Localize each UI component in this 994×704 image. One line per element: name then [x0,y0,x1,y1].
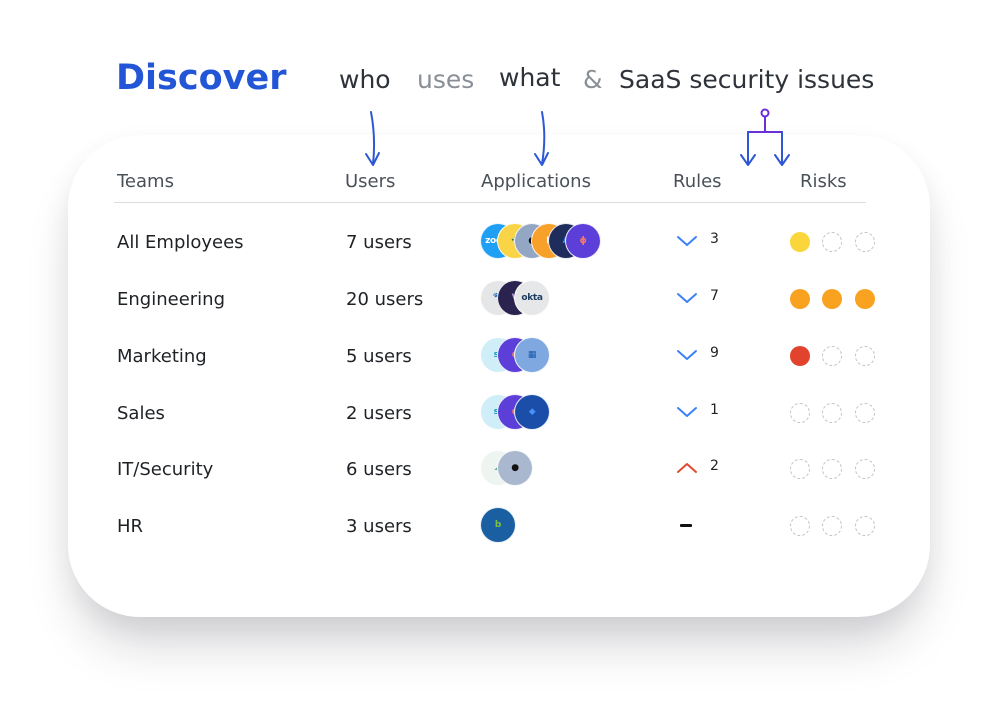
chevron-down-icon[interactable] [676,234,698,248]
risk-dot-empty [790,516,810,536]
chevron-down-icon[interactable] [676,348,698,362]
rule-count: 2 [710,458,719,474]
risk-indicators [790,289,880,311]
team-name: Engineering [117,289,225,310]
table-row[interactable]: Sales2 userssfɸ◆1 [0,393,994,433]
rules-cell[interactable]: 1 [676,399,736,427]
team-name: Marketing [117,346,207,367]
risk-dot-empty [855,516,875,536]
app-icon-glyph: ◆ [528,407,536,417]
risk-indicators [790,232,880,254]
bamboohr-icon[interactable]: b [480,507,516,543]
team-user-count: 7 users [346,232,412,253]
jira-icon[interactable]: ◆ [514,394,550,430]
table-row[interactable]: IT/Security6 users☁●2 [0,449,994,489]
column-header-risks: Risks [800,171,847,192]
column-header-rules: Rules [673,171,722,192]
headline-saas-security: SaaS security issues [619,65,875,94]
rules-cell[interactable]: 7 [676,285,736,313]
column-header-users: Users [345,171,396,192]
table-row[interactable]: All Employees7 userszoom✣●FAɸ3 [0,222,994,262]
risk-dot-empty [790,459,810,479]
team-user-count: 3 users [346,516,412,537]
risk-dot-empty [822,232,842,252]
headline-discover: Discover [116,58,287,98]
chevron-down-icon[interactable] [676,291,698,305]
headline-what: what [499,63,561,92]
column-header-teams: Teams [117,171,174,192]
team-user-count: 20 users [346,289,424,310]
trello-icon[interactable]: ▦ [514,337,550,373]
headline-ampersand: & [583,65,603,94]
table-row[interactable]: HR 3 users b [0,506,994,546]
headline-who: who [339,65,391,94]
rules-cell[interactable]: 3 [676,228,736,256]
risk-dot-empty [855,346,875,366]
okta-icon[interactable]: okta [514,280,550,316]
risk-dot-filled [790,346,810,366]
app-icon-glyph: b [494,520,502,530]
risk-dot-empty [855,403,875,423]
rules-cell[interactable] [676,512,736,540]
team-name: IT/Security [117,459,214,480]
risk-dot-empty [822,346,842,366]
rules-cell[interactable]: 9 [676,342,736,370]
table-row[interactable]: Marketing5 userssfɸ▦9 [0,336,994,376]
team-name: All Employees [117,232,244,253]
risk-indicators [790,459,880,481]
rule-count: 3 [710,231,719,247]
risk-dot-empty [855,459,875,479]
chevron-down-icon[interactable] [676,405,698,419]
headline-uses: uses [417,65,475,94]
team-user-count: 2 users [346,403,412,424]
risk-dot-empty [822,516,842,536]
risk-dot-filled [822,289,842,309]
risk-dot-filled [790,232,810,252]
risk-dot-empty [855,232,875,252]
github-icon[interactable]: ● [497,450,533,486]
risk-dot-empty [822,459,842,479]
rule-count: 7 [710,288,719,304]
risk-dot-empty [822,403,842,423]
header-divider [114,202,866,203]
risk-dot-empty [790,403,810,423]
page: Discover who uses what & SaaS security i… [0,0,994,704]
headline: Discover who uses what & SaaS security i… [0,0,994,110]
column-header-applications: Applications [481,171,591,192]
table-row[interactable]: Engineering20 users🐾Vokta7 [0,279,994,319]
risk-dot-filled [855,289,875,309]
team-user-count: 6 users [346,459,412,480]
team-user-count: 5 users [346,346,412,367]
risk-indicators [790,403,880,425]
risk-indicators [790,346,880,368]
app-icon-glyph: ▦ [527,350,537,360]
no-rules-dash-icon [680,524,692,527]
chevron-up-icon[interactable] [676,461,698,475]
rule-count: 1 [710,402,719,418]
rules-cell[interactable]: 2 [676,455,736,483]
rule-count: 9 [710,345,719,361]
app-icon-glyph: ● [511,463,519,473]
team-name: Sales [117,403,165,424]
risk-dot-filled [790,289,810,309]
team-name: HR [117,516,144,537]
app-icon-glyph: ɸ [579,236,587,246]
risk-indicators [790,516,880,538]
app-icon-glyph: okta [521,293,543,303]
hubspot-icon[interactable]: ɸ [565,223,601,259]
